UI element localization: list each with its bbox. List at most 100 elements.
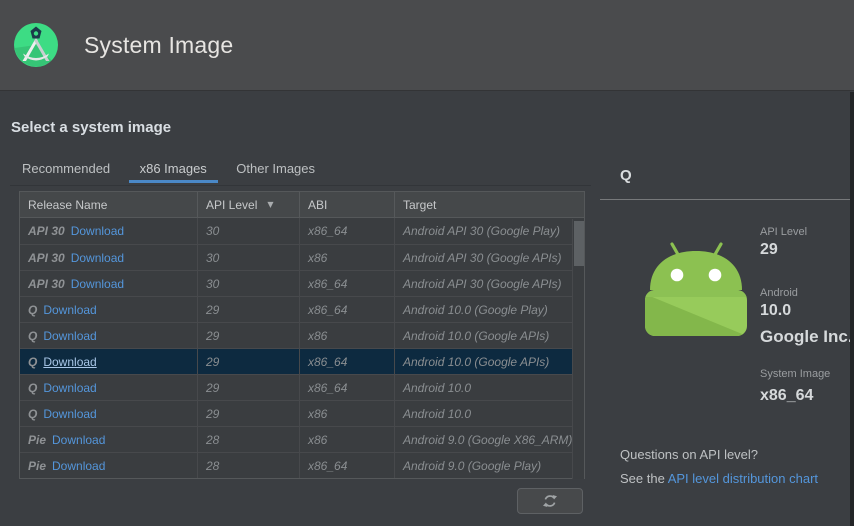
api-level-cell: 28 [197,427,299,452]
release-name-cell: Q Download [20,323,197,348]
abi-cell: x86_64 [299,271,394,296]
api-level-cell: 29 [197,401,299,426]
section-heading: Select a system image [11,119,171,136]
release-name-cell: Q Download [20,349,197,374]
table-body: API 30 Download 30 x86_64 Android API 30… [20,218,584,478]
download-link[interactable]: Download [52,433,105,447]
release-name: Pie [28,433,46,447]
details-separator [600,199,850,200]
release-name-cell: API 30 Download [20,271,197,296]
download-link[interactable]: Download [71,251,124,265]
api-level-cell: 28 [197,453,299,478]
table-row[interactable]: Pie Download 28 x86 Android 9.0 (Google … [20,426,584,452]
api-level-cell: 30 [197,218,299,244]
dialog-title: System Image [84,32,233,59]
table-row[interactable]: Q Download 29 x86 Android 10.0 [20,400,584,426]
release-name: API 30 [28,277,65,291]
api-level-cell: 30 [197,245,299,270]
abi-cell: x86 [299,401,394,426]
release-name-cell: Pie Download [20,453,197,478]
release-name-cell: Q Download [20,375,197,400]
android-robot-graphic [637,238,757,338]
system-image-value: x86_64 [760,387,813,405]
abi-cell: x86_64 [299,297,394,322]
release-name: API 30 [28,251,65,265]
table-row[interactable]: Q Download 29 x86_64 Android 10.0 (Googl… [20,348,584,374]
table-row[interactable]: API 30 Download 30 x86_64 Android API 30… [20,270,584,296]
download-link[interactable]: Download [52,459,105,473]
tab-bar: Recommended x86 Images Other Images [10,153,591,186]
tab-x86-images[interactable]: x86 Images [129,153,218,183]
target-cell: Android 10.0 (Google APIs) [394,349,584,374]
api-level-cell: 29 [197,323,299,348]
download-link[interactable]: Download [71,224,124,238]
api-level-cell: 29 [197,375,299,400]
dialog-header: System Image [0,0,854,91]
table-row[interactable]: API 30 Download 30 x86_64 Android API 30… [20,218,584,244]
api-level-link-line: See the API level distribution chart [620,471,818,486]
table-row[interactable]: Pie Download 28 x86_64 Android 9.0 (Goog… [20,452,584,478]
table-vertical-scrollbar[interactable] [572,219,584,479]
target-cell: Android 9.0 (Google X86_ARM) [394,427,584,452]
tab-other-images[interactable]: Other Images [225,153,326,183]
android-version-value: 10.0 [760,302,791,320]
release-name-cell: Pie Download [20,427,197,452]
table-row[interactable]: Q Download 29 x86_64 Android 10.0 (Googl… [20,296,584,322]
abi-cell: x86_64 [299,218,394,244]
target-cell: Android 10.0 (Google APIs) [394,323,584,348]
column-header-target[interactable]: Target [394,192,584,217]
refresh-button[interactable] [517,488,583,514]
table-row[interactable]: Q Download 29 x86 Android 10.0 (Google A… [20,322,584,348]
abi-cell: x86_64 [299,375,394,400]
abi-cell: x86_64 [299,349,394,374]
column-header-abi[interactable]: ABI [299,192,394,217]
table-row[interactable]: Q Download 29 x86_64 Android 10.0 [20,374,584,400]
release-name: Q [28,303,37,317]
release-name: Pie [28,459,46,473]
release-name: Q [28,329,37,343]
release-name-cell: API 30 Download [20,218,197,244]
download-link[interactable]: Download [71,277,124,291]
release-name-cell: Q Download [20,401,197,426]
details-title: Q [620,167,632,184]
abi-cell: x86 [299,323,394,348]
abi-cell: x86_64 [299,453,394,478]
target-cell: Android 10.0 [394,375,584,400]
target-cell: Android 10.0 [394,401,584,426]
target-cell: Android API 30 (Google APIs) [394,245,584,270]
download-link[interactable]: Download [43,355,96,369]
abi-cell: x86 [299,245,394,270]
android-label: Android [760,287,798,299]
column-header-api-level[interactable]: API Level ▼ [197,192,299,217]
api-level-cell: 30 [197,271,299,296]
download-link[interactable]: Download [43,381,96,395]
column-header-release-name[interactable]: Release Name [20,192,197,217]
download-link[interactable]: Download [43,329,96,343]
api-level-cell: 29 [197,349,299,374]
refresh-icon [542,493,558,509]
abi-cell: x86 [299,427,394,452]
download-link[interactable]: Download [43,303,96,317]
scrollbar-thumb[interactable] [574,221,584,266]
target-cell: Android 10.0 (Google Play) [394,297,584,322]
download-link[interactable]: Download [43,407,96,421]
system-image-table: Release Name API Level ▼ ABI Target API … [19,191,585,479]
android-studio-logo-icon [12,21,60,69]
release-name: Q [28,355,37,369]
tab-recommended[interactable]: Recommended [11,153,121,183]
release-name: API 30 [28,224,65,238]
sort-desc-icon: ▼ [267,200,273,209]
release-name-cell: Q Download [20,297,197,322]
api-level-question: Questions on API level? [620,447,758,462]
api-distribution-chart-link[interactable]: API level distribution chart [668,471,818,486]
target-cell: Android 9.0 (Google Play) [394,453,584,478]
system-image-dialog: System Image Select a system image Recom… [0,0,854,526]
system-image-label: System Image [760,368,830,380]
api-level-value: 29 [760,241,778,259]
release-name: Q [28,407,37,421]
table-row[interactable]: API 30 Download 30 x86 Android API 30 (G… [20,244,584,270]
vendor-value: Google Inc. [760,327,853,347]
table-header-row: Release Name API Level ▼ ABI Target [20,192,584,218]
api-level-label: API Level [760,226,807,238]
right-edge-scrollbar[interactable] [850,92,854,526]
